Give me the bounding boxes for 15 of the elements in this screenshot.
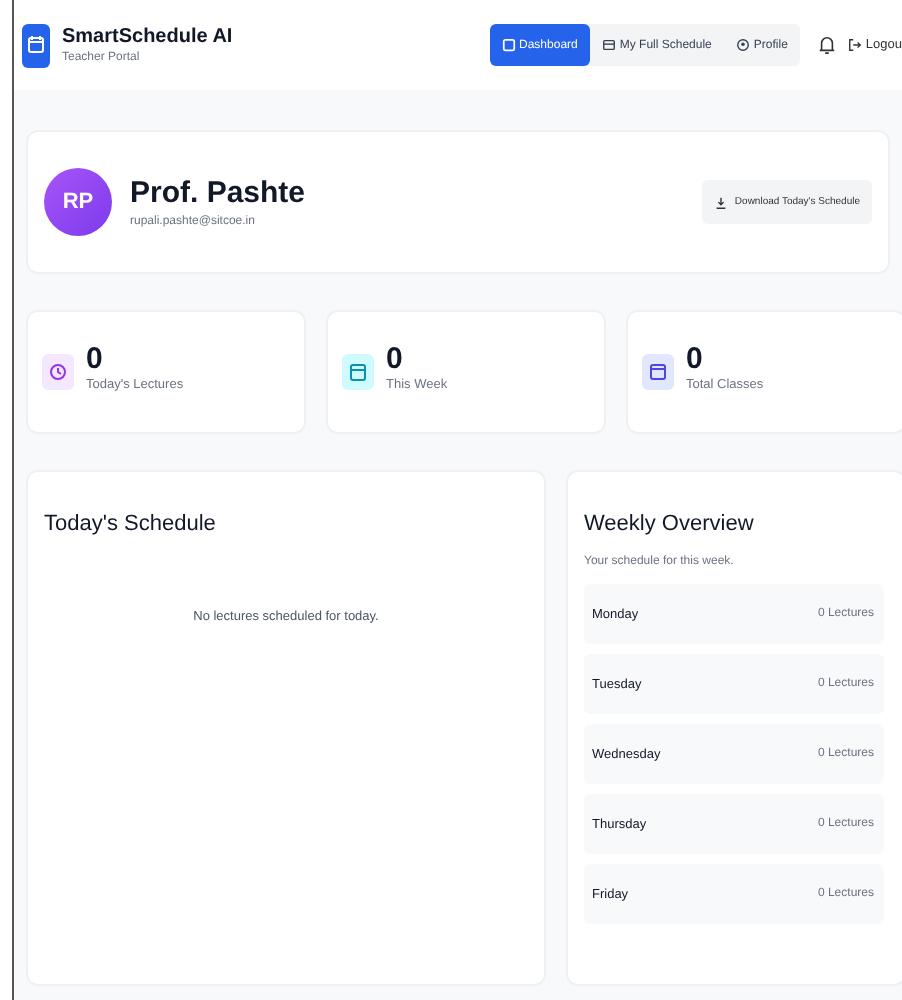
app-title: SmartSchedule AI [62,26,233,48]
card-title: Today's Schedule [44,512,218,536]
card-title: Weekly Overview [584,512,756,536]
profile-icon [735,38,750,52]
stat-value: 0 [386,341,405,375]
stat-value: 0 [86,341,105,375]
calendar-logo-icon [22,23,50,67]
logout-icon [847,38,862,52]
calendar-icon [601,38,616,52]
teacher-name: Prof. Pashte [130,176,308,210]
download-icon [714,195,729,209]
stat-value: 0 [686,341,705,375]
square-icon [501,38,516,52]
avatar: RP [44,168,112,236]
bell-icon[interactable] [817,34,836,56]
